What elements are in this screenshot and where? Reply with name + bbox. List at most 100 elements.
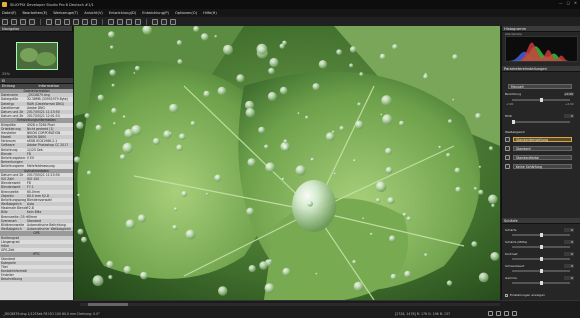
water-droplet: [357, 102, 362, 107]
water-droplet: [86, 170, 92, 176]
water-droplet: [454, 167, 461, 174]
slider-value[interactable]: 0: [564, 264, 574, 268]
white-balance-dropdown[interactable]: Standardeinstellung: [513, 137, 572, 142]
params-header[interactable]: Parametereinstellungen: [502, 66, 580, 72]
water-droplet: [256, 43, 268, 55]
sharpness-header[interactable]: Schärfe: [502, 218, 580, 224]
water-droplet: [247, 158, 256, 167]
water-droplet: [305, 115, 309, 120]
water-droplet: [111, 107, 117, 114]
undo-icon[interactable]: [20, 18, 26, 25]
zoom-100-icon[interactable]: [504, 311, 509, 316]
fullscreen-icon[interactable]: [91, 18, 97, 25]
metadata-row[interactable]: Beschreibung: [0, 277, 73, 282]
water-droplet: [423, 74, 429, 80]
info-icon[interactable]: [512, 311, 517, 316]
adjustment-slider[interactable]: [512, 257, 570, 261]
tone-dropdown[interactable]: Standard: [513, 146, 572, 151]
spot-icon[interactable]: [126, 18, 132, 25]
save-icon[interactable]: [11, 18, 17, 25]
straighten-icon[interactable]: [117, 18, 123, 25]
adjustment-slider[interactable]: [512, 269, 570, 273]
tone-icon[interactable]: [505, 146, 510, 151]
crop-icon[interactable]: [108, 18, 114, 25]
rotate-left-icon[interactable]: [46, 18, 52, 25]
open-folder-icon[interactable]: [2, 18, 8, 25]
water-droplet: [268, 259, 272, 263]
menu-bearbeiten[interactable]: Bearbeiten(E): [22, 11, 47, 15]
metadata-key: Beschreibung: [1, 277, 23, 282]
water-droplet: [106, 260, 114, 269]
status-pixel-info: [2728, 1476] R: 176 G: 196 B: 137: [395, 312, 451, 316]
print-icon[interactable]: [161, 18, 167, 25]
redo-icon[interactable]: [29, 18, 35, 25]
menu-entwicklung-p[interactable]: Entwicklung(P): [142, 11, 169, 15]
water-droplet: [203, 90, 210, 98]
brush-icon[interactable]: [135, 18, 141, 25]
maximize-button[interactable]: □: [567, 1, 570, 5]
sharpness-section-title: Schärfe: [504, 218, 518, 223]
metadata-list[interactable]: Dateiinformation Dateiname _DSC8879.dng Dat…: [0, 89, 73, 318]
hdr-value[interactable]: 0: [564, 114, 574, 118]
water-droplet: [478, 165, 482, 169]
water-droplet: [478, 272, 489, 283]
adjustment-slider[interactable]: [512, 233, 570, 237]
menu-entwicklung-d[interactable]: Entwicklung(D): [109, 11, 136, 15]
zoom-icon[interactable]: [170, 18, 176, 25]
single-view-icon[interactable]: [73, 18, 79, 25]
water-droplet: [404, 270, 412, 278]
develop-icon[interactable]: [152, 18, 158, 25]
view-mode-icon[interactable]: [488, 311, 493, 316]
show-settings-checkbox[interactable]: Einstellungen anzeigen: [505, 293, 545, 297]
menu-ansicht[interactable]: Ansicht(V): [84, 11, 103, 15]
status-bar: _DSC8879.dng 1/125Sek F8 ISO 100 60.0 mm…: [0, 300, 580, 318]
water-droplet: [193, 26, 200, 32]
compare-icon[interactable]: [82, 18, 88, 25]
slider-value[interactable]: 0: [564, 252, 574, 256]
exposure-slider[interactable]: [512, 98, 570, 102]
water-droplet: [446, 153, 451, 158]
water-droplet: [455, 186, 462, 193]
menu-optionen[interactable]: Optionen(O): [175, 11, 197, 15]
water-droplet: [131, 125, 142, 136]
water-droplet: [331, 130, 335, 134]
main-photo-view[interactable]: [74, 26, 500, 300]
exposure-value[interactable]: +0.00: [564, 92, 574, 96]
water-droplet: [283, 139, 288, 144]
color-icon[interactable]: [505, 155, 510, 160]
menu-werkzeuge[interactable]: Werkzeuge(T): [53, 11, 78, 15]
slider-value[interactable]: 0: [564, 240, 574, 244]
menu-datei[interactable]: Datei(F): [2, 11, 16, 15]
preset-dropdown[interactable]: Manuell: [508, 84, 572, 89]
hdr-slider[interactable]: [512, 120, 570, 124]
minimize-button[interactable]: —: [559, 1, 563, 5]
water-droplet: [402, 212, 407, 217]
slider-value[interactable]: 0: [564, 228, 574, 232]
water-droplet: [375, 181, 387, 192]
water-droplet: [92, 275, 104, 287]
water-droplet: [122, 115, 126, 119]
navigator-thumbnail[interactable]: [16, 42, 58, 70]
scrollbar-thumb[interactable]: [88, 303, 128, 306]
right-pane: Histogramm Alle Kanäle Parametereinstell…: [501, 26, 580, 300]
close-button[interactable]: ✕: [574, 1, 577, 5]
water-droplet: [74, 156, 81, 163]
fit-icon[interactable]: [496, 311, 501, 316]
color-dropdown[interactable]: Standardfarbe: [513, 155, 572, 160]
sharpness-dropdown[interactable]: Keine Schärfung: [513, 164, 572, 169]
adjustment-slider[interactable]: [512, 281, 570, 285]
checkbox-box[interactable]: [505, 293, 508, 297]
rotate-right-icon[interactable]: [55, 18, 61, 25]
grid-view-icon[interactable]: [64, 18, 70, 25]
water-droplet: [375, 198, 381, 203]
water-droplet: [163, 130, 172, 139]
wb-picker-icon[interactable]: [505, 137, 510, 142]
status-photo-info: _DSC8879.dng 1/125Sek F8 ISO 100 60.0 mm…: [3, 312, 100, 316]
menu-hilfe[interactable]: Hilfe(H): [203, 11, 217, 15]
water-droplet: [81, 236, 87, 243]
sharpness-icon[interactable]: [505, 164, 510, 169]
slider-value[interactable]: 0: [564, 276, 574, 280]
adjustment-slider[interactable]: [512, 245, 570, 249]
navigator-view[interactable]: 25%: [0, 32, 73, 78]
filmstrip-scrollbar[interactable]: [80, 303, 500, 306]
